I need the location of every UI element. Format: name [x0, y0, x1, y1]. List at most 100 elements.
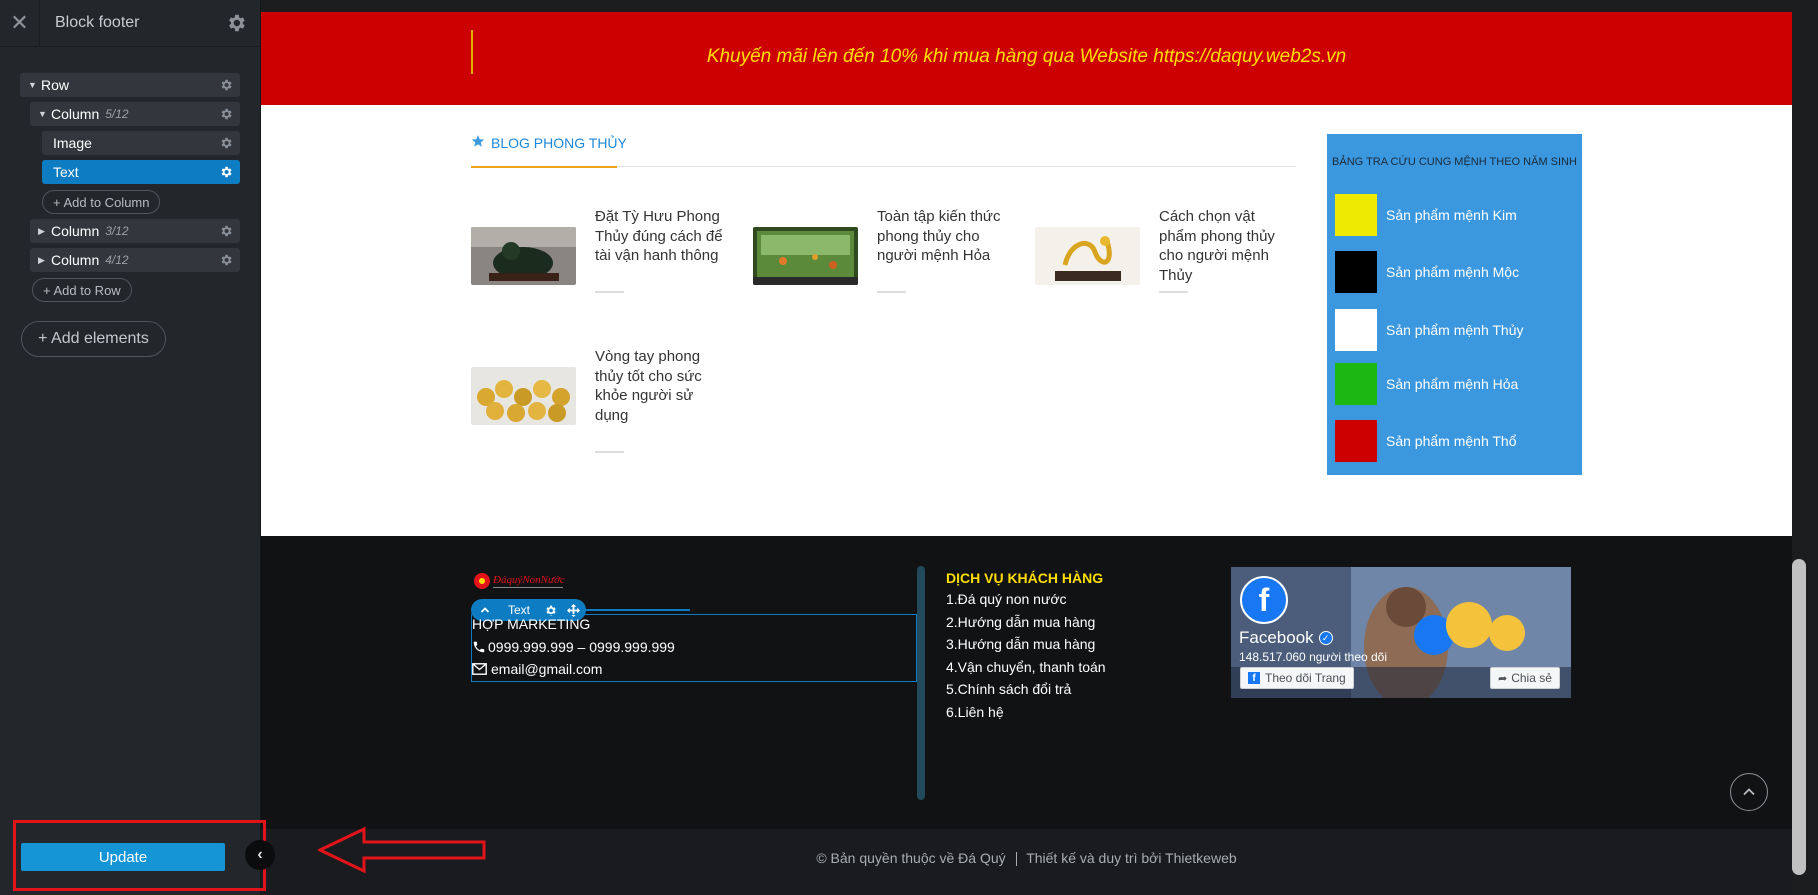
lookup-item-label[interactable]: Sản phẩm mệnh Hỏa	[1386, 376, 1518, 392]
service-link[interactable]: 3.Hướng dẫn mua hàng	[946, 635, 1106, 654]
service-link[interactable]: 4.Vận chuyển, thanh toán	[946, 658, 1106, 677]
share-button[interactable]: ➦ Chia sẻ	[1490, 667, 1560, 689]
post-title[interactable]: Toàn tập kiến thức phong thủy cho người …	[877, 207, 1012, 266]
facebook-icon: f	[1248, 672, 1260, 684]
lookup-item[interactable]: Sản phẩm mệnh Kim	[1335, 194, 1517, 236]
post-thumbnail[interactable]	[471, 227, 576, 285]
share-icon: ➦	[1498, 672, 1508, 685]
service-link[interactable]: 6.Liên hệ	[946, 703, 1106, 722]
contact-email: email@gmail.com	[472, 661, 602, 677]
add-to-column-button[interactable]: + Add to Column	[42, 190, 161, 214]
service-link[interactable]: 1.Đá quý non nước	[946, 590, 1106, 609]
post-thumbnail[interactable]	[753, 227, 858, 285]
blog-title-underline	[471, 166, 617, 168]
facebook-page-widget[interactable]: f Facebook ✓ 148.517.060 người theo dõi …	[1231, 567, 1571, 698]
annotation-arrow	[318, 826, 486, 874]
chevron-left-icon[interactable]: ‹	[245, 840, 275, 870]
close-icon[interactable]: ✕	[0, 0, 40, 47]
add-to-column-label: + Add to Column	[53, 194, 150, 210]
designer-credit[interactable]: Thiết kế và duy trì bởi Thietkeweb	[1026, 850, 1236, 866]
follow-page-button[interactable]: f Theo dõi Trang	[1240, 667, 1354, 689]
post-thumbnail[interactable]	[1035, 227, 1140, 285]
selection-line	[586, 609, 690, 611]
add-elements-button[interactable]: + Add elements	[21, 321, 166, 357]
post-underline	[877, 291, 906, 293]
page-builder: ✕ Block footer ▼ Row ▼ Column 5/12 Image	[0, 0, 1818, 895]
blog-header: BLOG PHONG THỦY	[471, 135, 1296, 168]
gear-icon[interactable]	[219, 224, 233, 238]
post-title[interactable]: Cách chọn vật phẩm phong thủy cho người …	[1159, 207, 1294, 285]
lookup-item[interactable]: Sản phẩm mệnh Hỏa	[1335, 363, 1518, 405]
color-swatch-hoa	[1335, 363, 1377, 405]
post-title[interactable]: Đặt Tỳ Hưu Phong Thủy đúng cách để tài v…	[595, 207, 730, 266]
contact-phone: 0999.999.999 – 0999.999.999	[472, 639, 675, 655]
lookup-item-label[interactable]: Sản phẩm mệnh Mộc	[1386, 264, 1519, 280]
star-icon	[471, 135, 485, 147]
banner-text: Khuyến mãi lên đến 10% khi mua hàng qua …	[706, 46, 1347, 67]
blog-post[interactable]: Cách chọn vật phẩm phong thủy cho người …	[1035, 207, 1305, 317]
tree-column-3[interactable]: ▶ Column 4/12	[30, 248, 240, 272]
scrollbar-thumb[interactable]	[1792, 559, 1806, 875]
lookup-item[interactable]: Sản phẩm mệnh Mộc	[1335, 251, 1519, 293]
service-link[interactable]: 2.Hướng dẫn mua hàng	[946, 613, 1106, 632]
lookup-item[interactable]: Sản phẩm mệnh Thổ	[1335, 420, 1517, 462]
tree-image[interactable]: Image	[42, 131, 240, 155]
page-scrollbar[interactable]	[1792, 0, 1818, 895]
selected-text-element[interactable]: HỢP MARKETING 0999.999.999 – 0999.999.99…	[471, 614, 917, 682]
gear-icon[interactable]	[219, 107, 233, 121]
service-heading: DỊCH VỤ KHÁCH HÀNG	[946, 570, 1104, 586]
column-divider	[917, 566, 925, 800]
destiny-lookup-table: BẢNG TRA CỨU CUNG MỆNH THEO NĂM SINH Sản…	[1327, 134, 1582, 475]
facebook-followers: 148.517.060 người theo dõi	[1239, 650, 1388, 664]
post-title[interactable]: Vòng tay phong thủy tốt cho sức khỏe ngư…	[595, 347, 730, 425]
follow-label: Theo dõi Trang	[1265, 671, 1346, 685]
caret-down-icon[interactable]: ▼	[28, 80, 37, 90]
copyright-text: © Bản quyền thuộc về Đá Quý Thiết kế và …	[261, 850, 1792, 867]
gear-icon[interactable]	[224, 11, 248, 35]
color-swatch-kim	[1335, 194, 1377, 236]
service-link[interactable]: 5.Chính sách đổi trả	[946, 680, 1106, 699]
tree-column-2[interactable]: ▶ Column 3/12	[30, 219, 240, 243]
column-width: 5/12	[105, 107, 129, 121]
gear-icon[interactable]	[219, 253, 233, 267]
tree-column-1[interactable]: ▼ Column 5/12	[30, 102, 240, 126]
add-to-row-button[interactable]: + Add to Row	[32, 278, 132, 302]
top-strip	[261, 0, 1792, 12]
caret-right-icon[interactable]: ▶	[38, 255, 47, 266]
contact-line-1: HỢP MARKETING	[472, 616, 591, 632]
phone-icon	[473, 641, 485, 653]
gear-icon[interactable]	[219, 136, 233, 150]
annotation-highlight-box	[13, 820, 266, 891]
post-thumbnail[interactable]	[471, 367, 576, 425]
facebook-name-label: Facebook	[1239, 628, 1314, 647]
copyright-divider	[1015, 852, 1017, 867]
tree-row[interactable]: ▼ Row	[20, 73, 240, 97]
builder-sidebar: ✕ Block footer ▼ Row ▼ Column 5/12 Image	[0, 0, 261, 895]
post-underline	[595, 291, 624, 293]
tree-text-selected[interactable]: Text	[42, 160, 240, 184]
scroll-to-top-button[interactable]	[1730, 773, 1768, 811]
gear-icon[interactable]	[219, 78, 233, 92]
sidebar-title: Block footer	[55, 14, 140, 31]
add-elements-label: + Add elements	[38, 330, 149, 347]
blog-title: BLOG PHONG THỦY	[491, 135, 627, 151]
site-footer: ĐáquýNonNước Text HỢP MARKETING 0999.999…	[261, 536, 1792, 829]
lookup-heading: BẢNG TRA CỨU CUNG MỆNH THEO NĂM SINH	[1332, 156, 1577, 168]
column-label: Column	[51, 223, 100, 239]
contact-phone-number: 0999.999.999 – 0999.999.999	[488, 639, 675, 655]
copyright-bar: © Bản quyền thuộc về Đá Quý Thiết kế và …	[261, 829, 1792, 895]
lookup-item-label[interactable]: Sản phẩm mệnh Thủy	[1386, 322, 1524, 338]
gear-icon[interactable]	[219, 165, 233, 179]
lookup-item-label[interactable]: Sản phẩm mệnh Thổ	[1386, 433, 1517, 449]
blog-post[interactable]: Vòng tay phong thủy tốt cho sức khỏe ngư…	[471, 347, 741, 457]
blog-post[interactable]: Toàn tập kiến thức phong thủy cho người …	[753, 207, 1023, 317]
footer-logo[interactable]: ĐáquýNonNước	[471, 569, 576, 593]
lookup-item[interactable]: Sản phẩm mệnh Thủy	[1335, 309, 1524, 351]
caret-right-icon[interactable]: ▶	[38, 226, 47, 237]
lookup-item-label[interactable]: Sản phẩm mệnh Kim	[1386, 207, 1517, 223]
facebook-icon: f	[1240, 576, 1288, 624]
caret-down-icon[interactable]: ▼	[38, 109, 47, 119]
column-label: Column	[51, 106, 100, 122]
blog-post[interactable]: Đặt Tỳ Hưu Phong Thủy đúng cách để tài v…	[471, 207, 741, 317]
facebook-page-name[interactable]: Facebook ✓	[1239, 628, 1333, 648]
